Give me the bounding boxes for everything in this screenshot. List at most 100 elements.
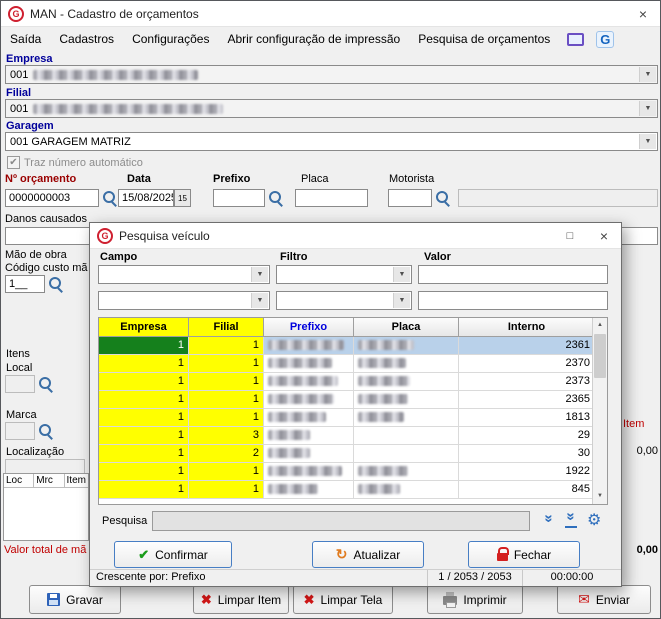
prefixo-input[interactable] — [213, 189, 265, 207]
header-empresa[interactable]: Empresa — [99, 318, 189, 337]
dialog-titlebar: G Pesquisa veículo □ × — [90, 223, 621, 249]
table-row[interactable]: 1 1 845 — [99, 481, 607, 499]
motorista-input[interactable] — [388, 189, 432, 207]
garagem-label: Garagem — [6, 120, 54, 132]
search-orcamento-icon[interactable] — [102, 190, 118, 206]
monitor-icon[interactable] — [567, 32, 585, 46]
search-local-icon[interactable] — [38, 376, 54, 392]
gravar-button[interactable]: Gravar — [29, 585, 121, 614]
fechar-button[interactable]: Fechar — [468, 541, 580, 568]
table-row[interactable]: 1 1 1922 — [99, 463, 607, 481]
menu-config-impressao[interactable]: Abrir configuração de impressão — [218, 32, 409, 46]
timer: 00:00:00 — [550, 571, 594, 583]
search-custo-icon[interactable] — [48, 276, 64, 292]
table-row[interactable]: 1 1 2373 — [99, 373, 607, 391]
local-input[interactable] — [5, 375, 35, 393]
data-input[interactable]: 15/08/2025 — [118, 189, 174, 207]
close-icon[interactable]: × — [626, 1, 660, 27]
scroll-up-icon[interactable]: ▲ — [593, 318, 607, 333]
scrollbar-thumb[interactable] — [594, 334, 606, 378]
table-row[interactable]: 1 1 2365 — [99, 391, 607, 409]
cell-empresa: 1 — [99, 337, 189, 355]
table-row[interactable]: 1 3 29 — [99, 427, 607, 445]
table-row[interactable]: 1 1 2370 — [99, 355, 607, 373]
menu-pesquisa-orcamentos[interactable]: Pesquisa de orçamentos — [409, 32, 559, 46]
valor-input-1[interactable] — [418, 265, 608, 284]
enviar-button[interactable]: ✉ Enviar — [557, 585, 651, 614]
cell-filial: 1 — [189, 337, 264, 355]
main-window: G MAN - Cadastro de orçamentos × Saída C… — [0, 0, 661, 619]
chevron-down-icon[interactable]: ▼ — [393, 267, 410, 282]
right-item-fragment: Item — [623, 418, 645, 430]
calendar-button[interactable]: 15 — [174, 189, 191, 207]
menu-cadastros[interactable]: Cadastros — [50, 32, 123, 46]
chevron-down-icon[interactable]: ▼ — [639, 134, 656, 149]
chevron-down-icon[interactable]: ▼ — [251, 267, 268, 282]
cell-placa — [354, 463, 459, 481]
itens-grid[interactable]: Loc Mrc Item — [3, 473, 89, 541]
search-marca-icon[interactable] — [38, 423, 54, 439]
campo-select-2[interactable]: ▼ — [98, 291, 270, 310]
localizacao-label: Localização — [6, 446, 65, 458]
table-row[interactable]: 1 1 1813 — [99, 409, 607, 427]
cell-empresa: 1 — [99, 481, 189, 499]
auto-number-checkbox[interactable]: ✔ — [7, 156, 20, 169]
scroll-down-icon[interactable]: ▼ — [593, 489, 607, 504]
search-prefixo-icon[interactable] — [268, 190, 284, 206]
empresa-redacted-text — [33, 69, 199, 80]
menu-configuracoes[interactable]: Configurações — [123, 32, 218, 46]
garagem-select[interactable]: 001 GARAGEM MATRIZ ▼ — [5, 132, 658, 151]
marca-input[interactable] — [5, 422, 35, 440]
g-app-icon[interactable]: G — [596, 30, 615, 48]
cell-empresa: 1 — [99, 373, 189, 391]
header-placa[interactable]: Placa — [354, 318, 459, 337]
pesquisa-input[interactable] — [152, 511, 530, 531]
chevron-down-icon[interactable]: ▼ — [639, 67, 656, 82]
limpar-item-button[interactable]: ✖ Limpar Item — [193, 585, 289, 614]
filial-label: Filial — [6, 87, 32, 99]
menu-saida[interactable]: Saída — [1, 32, 50, 46]
cell-empresa: 1 — [99, 409, 189, 427]
valor-input-2[interactable] — [418, 291, 608, 310]
gear-icon[interactable]: ⚙ — [587, 510, 601, 530]
imprimir-button[interactable]: Imprimir — [427, 585, 523, 614]
placa-label: Placa — [301, 173, 329, 185]
dialog-statusbar: Crescente por: Prefixo 1 / 2053 / 2053 0… — [90, 569, 621, 586]
cell-placa — [354, 481, 459, 499]
confirmar-button[interactable]: ✔ Confirmar — [114, 541, 232, 568]
vertical-scrollbar[interactable]: ▲ ▼ — [592, 318, 607, 504]
codigo-custo-input[interactable]: 1__ — [5, 275, 45, 293]
filtro-select-2[interactable]: ▼ — [276, 291, 412, 310]
app-logo-icon: G — [97, 227, 113, 244]
orcamento-input[interactable]: 0000000003 — [5, 189, 99, 207]
cell-interno: 845 — [459, 481, 594, 499]
placa-input[interactable] — [295, 189, 368, 207]
chevrons-down-to-line-icon[interactable]: » — [562, 508, 580, 528]
cell-placa — [354, 445, 459, 463]
header-prefixo[interactable]: Prefixo — [264, 318, 354, 337]
table-row[interactable]: 1 2 30 — [99, 445, 607, 463]
cell-prefixo — [264, 409, 354, 427]
cell-filial: 1 — [189, 409, 264, 427]
filial-select[interactable]: 001 ▼ — [5, 99, 658, 118]
empresa-select[interactable]: 001 ▼ — [5, 65, 658, 84]
limpar-tela-button[interactable]: ✖ Limpar Tela — [293, 585, 393, 614]
campo-select-1[interactable]: ▼ — [98, 265, 270, 284]
table-row[interactable]: 1 1 2361 — [99, 337, 607, 355]
save-icon — [47, 593, 61, 606]
header-interno[interactable]: Interno — [459, 318, 594, 337]
header-filial[interactable]: Filial — [189, 318, 264, 337]
atualizar-button[interactable]: ↻ Atualizar — [312, 541, 424, 568]
chevron-down-icon[interactable]: ▼ — [251, 293, 268, 308]
search-motorista-icon[interactable] — [435, 190, 451, 206]
close-icon[interactable]: × — [587, 223, 621, 249]
limpar-tela-label: Limpar Tela — [320, 592, 383, 607]
chevron-down-icon[interactable]: ▼ — [393, 293, 410, 308]
filtro-select-1[interactable]: ▼ — [276, 265, 412, 284]
chevrons-down-icon[interactable]: » — [540, 510, 558, 530]
maximize-icon[interactable]: □ — [553, 223, 587, 249]
col-loc: Loc — [4, 474, 35, 488]
chevron-down-icon[interactable]: ▼ — [639, 101, 656, 116]
printer-icon — [443, 592, 458, 608]
danos-label: Danos causados — [5, 213, 87, 225]
